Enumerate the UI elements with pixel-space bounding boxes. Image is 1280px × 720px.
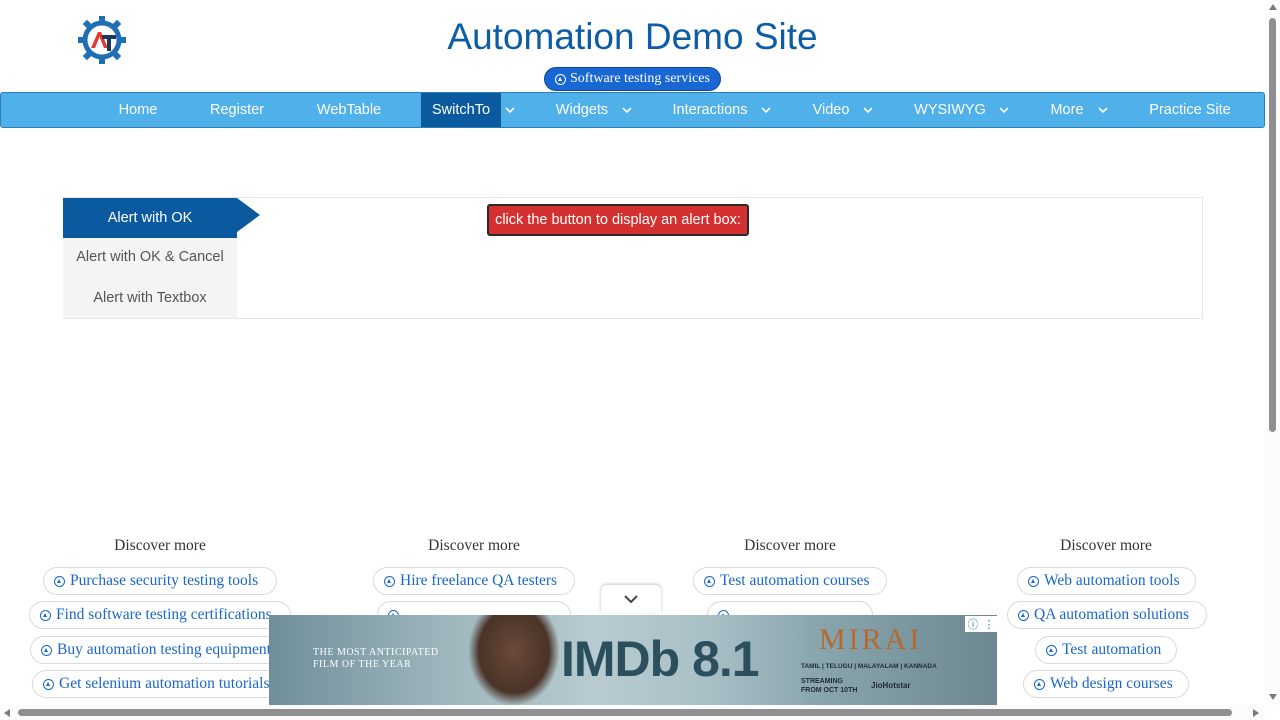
ad-platform: JioHotstar [871,681,911,690]
discover-link[interactable]: Find software testing certifications [29,601,291,629]
link-label: Buy automation testing equipment [57,641,271,658]
horizontal-scrollbar[interactable] [0,705,1265,720]
tab-alert-textbox[interactable]: Alert with Textbox [63,278,237,318]
discover-link[interactable]: Web design courses [1023,670,1189,698]
link-label: Test automation [1062,641,1162,658]
discover-link[interactable]: Hire freelance QA testers [373,567,575,595]
ad-movie-title: MIRAI [819,623,923,656]
arrow-up-circle-icon [555,73,566,85]
link-label: Find software testing certifications [56,606,272,623]
discover-link[interactable]: Web automation tools [1017,567,1196,595]
arrow-up-circle-icon [704,575,715,587]
ad-tagline: THE MOST ANTICIPATED FILM OF THE YEAR [313,647,439,670]
chevron-down-icon[interactable] [502,93,518,127]
arrow-up-circle-icon [41,644,52,656]
nav-practice-site[interactable]: Practice Site [1139,93,1241,127]
software-testing-services-link[interactable]: Software testing services [544,67,721,91]
discover-link[interactable]: QA automation solutions [1007,601,1207,629]
alerts-tab-list: Alert with OK Alert with OK & Cancel Ale… [63,198,237,318]
chevron-down-icon[interactable] [996,93,1012,127]
link-label: Get selenium automation tutorials [59,675,270,692]
discover-link[interactable]: Test automation [1035,636,1177,664]
nav-webtable[interactable]: WebTable [303,93,395,127]
ad-collapse-toggle[interactable] [601,585,661,613]
kebab-icon[interactable]: ⋮ [984,618,995,631]
discover-more-heading: Discover more [1060,537,1152,554]
scroll-down-arrow-icon[interactable] [1269,694,1277,700]
chevron-down-icon[interactable] [860,93,876,127]
discover-more-heading: Discover more [744,537,836,554]
discover-link[interactable]: Get selenium automation tutorials [32,670,288,698]
arrow-up-circle-icon [1046,644,1057,656]
chevron-down-icon [624,595,638,604]
display-alert-button[interactable]: click the button to display an alert box… [487,204,749,236]
advertisement-banner[interactable]: THE MOST ANTICIPATED FILM OF THE YEAR IMD… [269,615,997,705]
nav-video[interactable]: Video [801,93,861,127]
link-label: Purchase security testing tools [70,572,259,589]
nav-more[interactable]: More [1039,93,1095,127]
link-label: QA automation solutions [1034,606,1189,623]
discover-link[interactable]: Test automation courses [693,567,887,595]
nav-register[interactable]: Register [197,93,277,127]
ad-rating: IMDb 8.1 [561,631,760,687]
scroll-left-arrow-icon[interactable] [4,709,10,717]
discover-link[interactable]: Purchase security testing tools [43,567,277,595]
nav-interactions[interactable]: Interactions [663,93,757,127]
vertical-scrollbar[interactable] [1265,0,1280,705]
ad-actor-image [469,615,559,705]
tab-alert-ok[interactable]: Alert with OK [63,198,237,238]
arrow-up-circle-icon [1034,678,1045,690]
chevron-down-icon[interactable] [758,93,774,127]
tab-alert-ok-cancel[interactable]: Alert with OK & Cancel [63,237,237,277]
pill-label: Software testing services [570,71,710,86]
active-tab-arrow [237,198,260,232]
link-label: Web automation tools [1044,572,1180,589]
arrow-up-circle-icon [40,609,51,621]
horizontal-scroll-thumb[interactable] [18,709,1232,716]
arrow-up-circle-icon [384,575,395,587]
link-label: Hire freelance QA testers [400,572,558,589]
link-label: Test automation courses [720,572,870,589]
site-title: Automation Demo Site [447,16,818,57]
discover-more-heading: Discover more [428,537,520,554]
nav-wysiwyg[interactable]: WYSIWYG [905,93,995,127]
arrow-up-circle-icon [1018,609,1029,621]
arrow-up-circle-icon [54,575,65,587]
chevron-down-icon[interactable] [619,93,635,127]
discover-more-heading: Discover more [114,537,206,554]
discover-link[interactable]: Buy automation testing equipment [30,636,290,664]
link-label: Web design courses [1050,675,1173,692]
nav-switchto[interactable]: SwitchTo [421,93,501,127]
chevron-down-icon[interactable] [1095,93,1111,127]
ad-streaming: STREAMING FROM OCT 10TH [801,678,858,694]
scroll-right-arrow-icon[interactable] [1253,709,1259,717]
nav-widgets[interactable]: Widgets [544,93,620,127]
main-navbar: Home Register WebTable SwitchTo Widgets … [0,92,1265,128]
vertical-scroll-thumb[interactable] [1269,18,1276,432]
ad-info-controls[interactable]: ⓘ ⋮ [965,616,997,632]
ad-languages: TAMIL | TELUGU | MALAYALAM | KANNADA [801,663,937,670]
arrow-up-circle-icon [43,678,54,690]
nav-home[interactable]: Home [105,93,171,127]
scroll-up-arrow-icon[interactable] [1269,4,1277,10]
page: Automation Demo Site Software testing se… [0,0,1280,720]
arrow-up-circle-icon [1028,575,1039,587]
info-icon[interactable]: ⓘ [968,616,979,632]
